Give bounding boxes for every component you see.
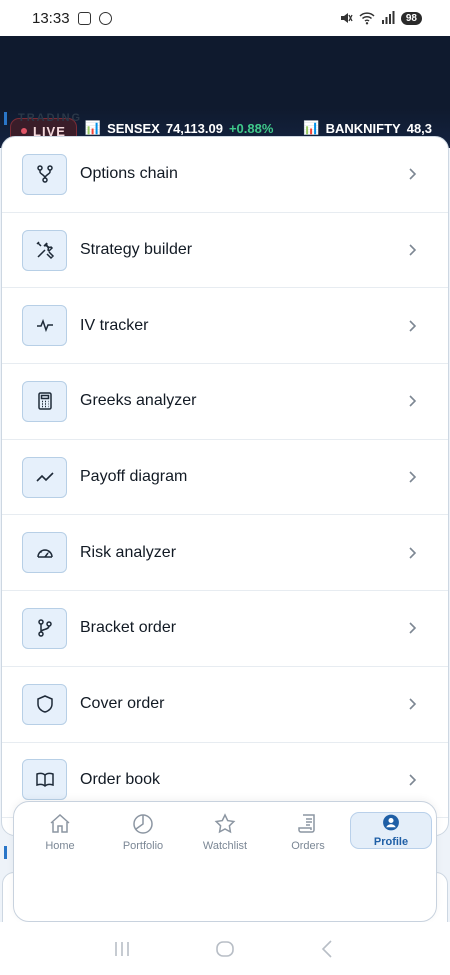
menu-item-iv-tracker[interactable]: IV tracker [2, 288, 448, 365]
live-dot-icon [21, 128, 27, 134]
app-header: LIVE 📊 SENSEX 74,113.09 +0.88% 📊 BANKNIF… [0, 36, 450, 148]
chevron-right-icon [409, 547, 417, 559]
screenshot-icon [77, 11, 91, 25]
menu-item-bracket-order[interactable]: Bracket order [2, 591, 448, 667]
nav-label: Portfolio [122, 840, 164, 852]
ticker-value: 48,3 [406, 120, 433, 136]
ticker-name: BANKNIFTY [325, 120, 401, 136]
chevron-right-icon [409, 471, 417, 483]
ticker-name: SENSEX [107, 120, 160, 136]
chevron-right-icon [409, 168, 417, 180]
trading-menu-list: Options chain Strategy builder IV tracke… [1, 136, 449, 836]
book-icon [22, 759, 67, 801]
menu-item-label: IV tracker [80, 316, 149, 334]
menu-item-label: Cover order [80, 695, 165, 713]
mute-icon [340, 13, 353, 23]
signal-icon [381, 11, 395, 24]
menu-item-cover-order[interactable]: Cover order [2, 667, 448, 743]
recent-apps-icon[interactable] [111, 938, 133, 960]
battery-indicator: 98 [400, 11, 422, 25]
nav-label: Home [45, 840, 75, 852]
chevron-right-icon [409, 622, 417, 635]
pulse-icon [22, 305, 67, 347]
menu-item-label: Strategy builder [80, 241, 193, 259]
nav-label: Watchlist [202, 840, 248, 852]
trend-line-icon [22, 456, 67, 498]
nav-label: Profile [373, 836, 409, 848]
ticker-item[interactable]: 📊 BANKNIFTY 48,3 [303, 120, 432, 136]
home-circle-icon[interactable] [214, 938, 236, 960]
status-right: 98 [339, 11, 422, 25]
notification-icon [98, 11, 112, 25]
nav-orders[interactable]: Orders [267, 812, 349, 862]
chevron-right-icon [409, 395, 417, 407]
menu-item-strategy-builder[interactable]: Strategy builder [2, 213, 448, 289]
status-left: 13:33 [32, 10, 112, 27]
status-time: 13:33 [32, 9, 70, 27]
bar-chart-icon: 📊 [84, 120, 102, 135]
bottom-nav: Home Portfolio Watchlist Orders Profile [13, 801, 437, 922]
receipt-icon [298, 814, 315, 833]
menu-item-label: Order book [80, 770, 161, 788]
nav-watchlist[interactable]: Watchlist [184, 812, 266, 862]
menu-item-label: Bracket order [80, 619, 177, 637]
shield-icon [22, 683, 67, 725]
fork-icon [22, 153, 67, 195]
section-title: TRADING [18, 112, 83, 124]
chevron-right-icon [409, 774, 417, 786]
ticker-change: +0.88% [228, 120, 274, 136]
section-accent-bar [4, 846, 7, 859]
nav-label: Orders [291, 840, 325, 852]
system-nav-bar [0, 922, 450, 975]
home-icon [50, 813, 70, 833]
menu-item-risk-analyzer[interactable]: Risk analyzer [2, 515, 448, 592]
star-icon [214, 813, 236, 834]
nav-portfolio[interactable]: Portfolio [102, 812, 184, 862]
nav-profile[interactable]: Profile [350, 812, 432, 849]
wifi-icon [359, 12, 375, 25]
back-icon[interactable] [317, 938, 339, 960]
status-bar: 13:33 98 [0, 0, 450, 36]
tools-icon [22, 229, 67, 271]
chevron-right-icon [409, 698, 417, 710]
ticker-value: 74,113.09 [165, 120, 223, 136]
chevron-right-icon [409, 320, 417, 332]
menu-item-label: Risk analyzer [80, 543, 177, 561]
calculator-icon [22, 380, 67, 422]
menu-item-label: Payoff diagram [80, 468, 188, 486]
user-icon [383, 814, 399, 831]
bar-chart-icon: 📊 [303, 120, 320, 135]
pie-chart-icon [133, 814, 153, 834]
menu-item-label: Greeks analyzer [80, 392, 197, 410]
menu-item-greeks-analyzer[interactable]: Greeks analyzer [2, 364, 448, 440]
nav-home[interactable]: Home [19, 812, 101, 862]
ticker-item[interactable]: 📊 SENSEX 74,113.09 +0.88% [85, 120, 274, 136]
gauge-icon [22, 532, 67, 574]
menu-item-label: Options chain [80, 165, 178, 183]
menu-item-options-chain[interactable]: Options chain [2, 137, 448, 213]
chevron-right-icon [409, 244, 417, 256]
branch-icon [22, 607, 67, 649]
menu-item-payoff-diagram[interactable]: Payoff diagram [2, 440, 448, 516]
